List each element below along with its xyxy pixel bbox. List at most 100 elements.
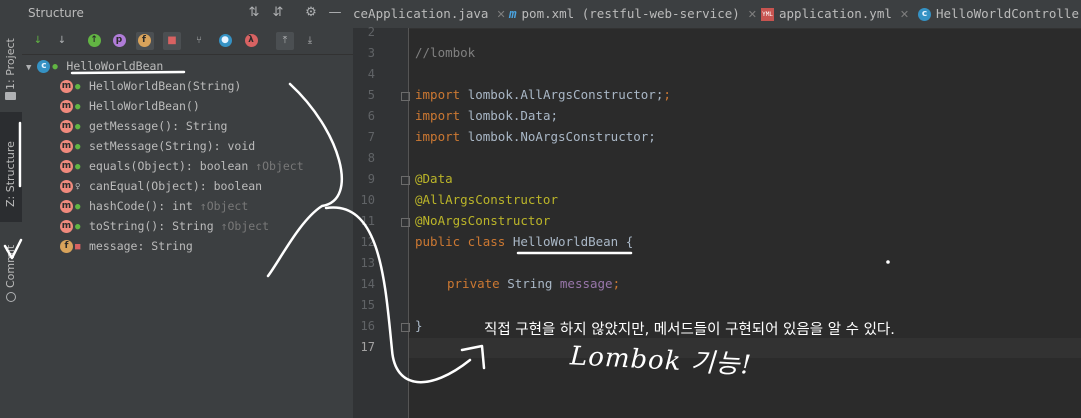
inherited-hint: ↑Object <box>255 159 304 173</box>
folder-icon <box>5 92 16 100</box>
code-line: private String message; <box>447 276 621 291</box>
method-icon: m <box>60 180 73 193</box>
close-icon[interactable]: ✕ <box>900 8 909 21</box>
tree-item-label: setMessage(String): void <box>89 139 256 153</box>
tab-helloworldcontroller[interactable]: c HelloWorldController.java <box>918 0 1081 28</box>
line-number: 6 <box>367 109 375 123</box>
maven-icon: m <box>509 6 517 21</box>
tree-item[interactable]: f ■ message: String <box>60 236 193 256</box>
line-number: 10 <box>360 193 375 207</box>
close-icon[interactable]: ✕ <box>748 8 757 21</box>
show-hierarchy-icon[interactable]: ⑂ <box>190 32 208 50</box>
expand-all-icon[interactable]: ⇅ <box>246 5 262 21</box>
line-number-current: 17 <box>360 340 375 354</box>
tree-item-label: hashCode(): int <box>89 199 193 213</box>
line-number: 4 <box>367 67 375 81</box>
tree-item[interactable]: m ● getMessage(): String <box>60 116 227 136</box>
code-line: //lombok <box>415 45 476 60</box>
line-number: 12 <box>360 235 375 249</box>
line-number: 13 <box>360 256 375 270</box>
tree-item[interactable]: m ● hashCode(): int ↑Object <box>60 196 248 216</box>
sort-by-visibility-icon[interactable]: ↓ <box>29 32 47 50</box>
code-line: @Data <box>415 171 453 186</box>
structure-panel: Structure ⇅ ⇵ ⚙ — ↓ ↓ ↑ p f ■ ⑂ ● λ ⤒ ⤓ … <box>22 0 353 418</box>
tab-structure[interactable]: Z: Structure <box>0 112 22 222</box>
field-icon: f <box>60 240 73 253</box>
method-icon: m <box>60 160 73 173</box>
project-tab-label: 1: Project <box>4 38 17 90</box>
public-icon: ● <box>75 221 81 232</box>
show-lambdas-icon[interactable]: λ <box>243 32 261 50</box>
tab-label: pom.xml (restful-web-service) <box>521 6 740 21</box>
tree-item[interactable]: m ♀ canEqual(Object): boolean <box>60 176 262 196</box>
inherited-hint: ↑Object <box>220 219 270 233</box>
public-icon: ● <box>52 61 58 72</box>
method-icon: m <box>60 120 73 133</box>
tree-item-label: canEqual(Object): boolean <box>89 179 263 193</box>
method-icon: m <box>60 80 73 93</box>
tree-item[interactable]: m ● HelloWorldBean(String) <box>60 76 241 96</box>
line-number: 7 <box>367 130 375 144</box>
tab-application-java[interactable]: ceApplication.java ✕ <box>353 0 506 28</box>
close-icon[interactable]: ✕ <box>496 8 505 21</box>
chevron-down-icon[interactable]: ▼ <box>26 63 31 73</box>
tree-item-label: message: String <box>89 239 193 253</box>
public-icon: ● <box>75 101 81 112</box>
code-line: @NoArgsConstructor <box>415 213 551 228</box>
show-properties-icon[interactable]: p <box>111 32 129 50</box>
tree-item-label: toString(): String <box>89 219 214 233</box>
line-number: 5 <box>367 88 375 102</box>
method-icon: m <box>60 100 73 113</box>
tree-item[interactable]: m ● HelloWorldBean() <box>60 96 200 116</box>
code-line: } <box>415 318 423 333</box>
code-line: public class HelloWorldBean { <box>415 234 634 249</box>
tree-item-label: HelloWorldBean() <box>89 99 200 113</box>
tree-item[interactable]: m ● setMessage(String): void <box>60 136 255 156</box>
tree-item-label: equals(Object): boolean <box>89 159 249 173</box>
tree-item-label: HelloWorldBean(String) <box>89 79 242 93</box>
collapse-all-icon[interactable]: ⇵ <box>270 5 286 21</box>
tab-label: HelloWorldController.java <box>936 6 1081 21</box>
gear-icon[interactable]: ⚙ <box>303 5 319 21</box>
autoscroll-from-source-icon[interactable]: ⤓ <box>301 32 319 50</box>
show-anonymous-icon[interactable]: ● <box>217 32 235 50</box>
annotation-note: 직접 구현을 하지 않았지만, 메서드들이 구현되어 있음을 알 수 있다. <box>484 322 895 338</box>
line-number: 9 <box>367 172 375 186</box>
public-icon: ● <box>75 81 81 92</box>
tab-application-yml[interactable]: YML application.yml ✕ <box>761 0 909 28</box>
line-number: 8 <box>367 151 375 165</box>
code-line: import lombok.NoArgsConstructor; <box>415 129 656 144</box>
tab-project[interactable]: 1: Project <box>0 8 22 103</box>
root-class-label: HelloWorldBean <box>66 59 164 73</box>
line-number: 14 <box>360 277 375 291</box>
commit-icon <box>6 292 16 302</box>
minimize-icon[interactable]: — <box>327 5 343 21</box>
code-line: import lombok.AllArgsConstructor;; <box>415 87 671 102</box>
public-icon: ● <box>75 141 81 152</box>
editor-tabs: ceApplication.java ✕ m pom.xml (restful-we… <box>353 0 1081 29</box>
tree-root-class[interactable]: ▼ c ● HelloWorldBean <box>26 56 163 76</box>
structure-header: Structure ⇅ ⇵ ⚙ — <box>22 0 353 28</box>
method-icon: m <box>60 220 73 233</box>
line-number: 3 <box>367 46 375 60</box>
show-inherited-icon[interactable]: ↑ <box>86 32 104 50</box>
line-number: 2 <box>367 25 375 39</box>
protected-icon: ♀ <box>75 181 81 192</box>
lock-icon: ■ <box>75 241 81 252</box>
class-icon: c <box>918 8 931 21</box>
commit-tab-label: Commit <box>4 244 17 288</box>
structure-toolbar: ↓ ↓ ↑ p f ■ ⑂ ● λ ⤒ ⤓ <box>22 28 353 55</box>
show-non-public-icon[interactable]: ■ <box>163 32 181 50</box>
tab-commit[interactable]: Commit <box>0 238 22 304</box>
show-fields-icon[interactable]: f <box>136 32 154 50</box>
tab-label: application.yml <box>779 6 892 21</box>
tree-item[interactable]: m ● toString(): String ↑Object <box>60 216 269 236</box>
class-icon: c <box>37 60 51 73</box>
line-number: 15 <box>360 298 375 312</box>
sort-alphabetically-icon[interactable]: ↓ <box>53 32 71 50</box>
autoscroll-to-source-icon[interactable]: ⤒ <box>276 32 294 50</box>
tree-item[interactable]: m ● equals(Object): boolean ↑Object <box>60 156 304 176</box>
tab-pom-xml[interactable]: m pom.xml (restful-web-service) ✕ <box>509 0 757 28</box>
line-number: 11 <box>360 214 375 228</box>
editor-gutter: 2 3 4 5 6 7 8 9 10 11 12 13 14 15 16 17 <box>353 25 410 418</box>
